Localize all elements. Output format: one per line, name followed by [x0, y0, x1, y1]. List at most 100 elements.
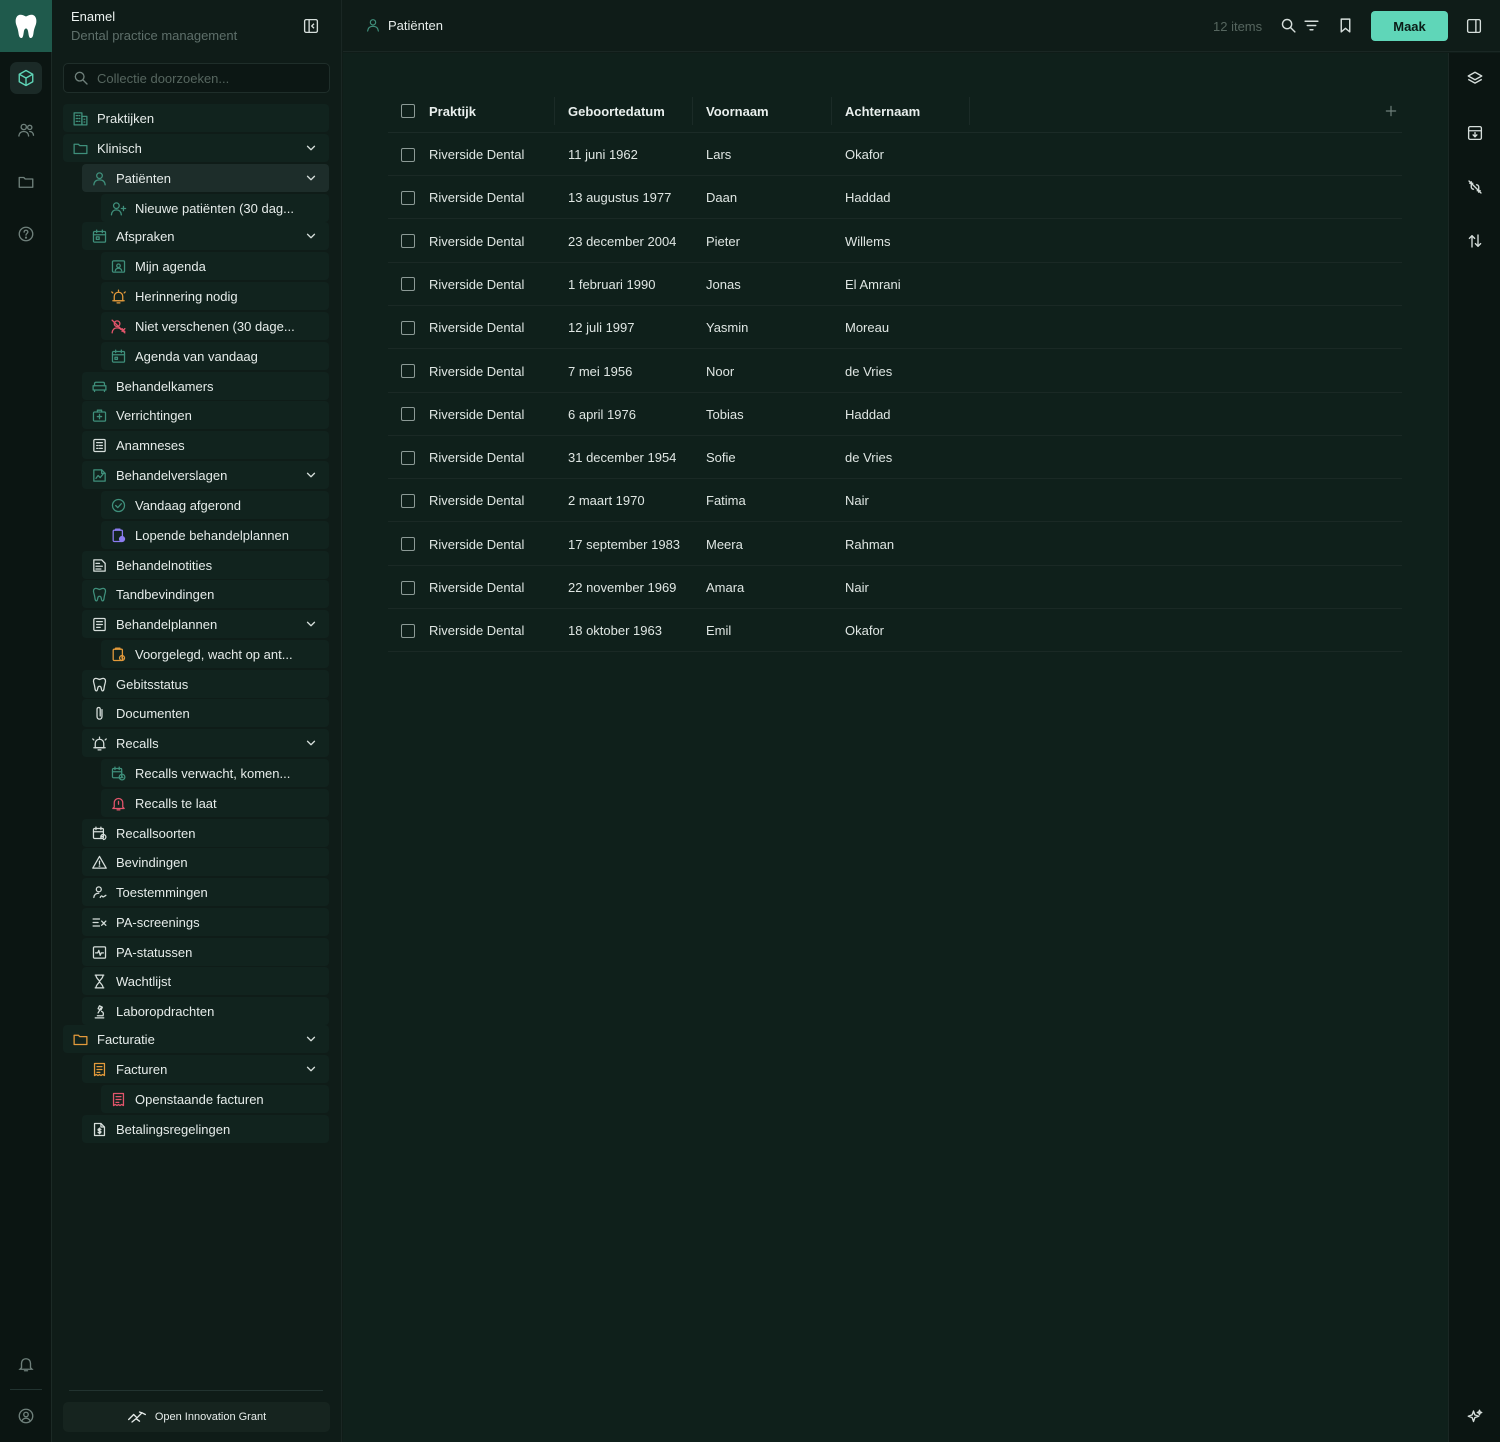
- sidebar-item-label: Toestemmingen: [116, 884, 208, 900]
- breadcrumb[interactable]: Patiënten: [365, 17, 443, 33]
- sidebar-item[interactable]: PA-statussen: [82, 938, 329, 966]
- chevron-down-icon[interactable]: [304, 1062, 318, 1076]
- column-geboortedatum[interactable]: Geboortedatum: [568, 89, 665, 133]
- select-all-checkbox[interactable]: [401, 89, 415, 133]
- sidebar-item[interactable]: Praktijken: [63, 104, 329, 132]
- rail-collections-button[interactable]: [10, 62, 42, 94]
- row-checkbox[interactable]: [401, 436, 415, 479]
- app-logo[interactable]: [0, 0, 52, 52]
- row-checkbox[interactable]: [401, 609, 415, 652]
- row-checkbox[interactable]: [401, 393, 415, 436]
- chevron-down-icon[interactable]: [304, 141, 318, 155]
- sidebar-item[interactable]: Klinisch: [63, 134, 329, 162]
- sidebar-item[interactable]: Behandelnotities: [82, 551, 329, 579]
- sidebar-item[interactable]: Agenda van vandaag: [101, 342, 329, 370]
- chevron-down-icon[interactable]: [304, 736, 318, 750]
- rail-notifications-button[interactable]: [10, 1348, 42, 1380]
- table-row[interactable]: Riverside Dental 31 december 1954 Sofie de …: [388, 436, 1402, 480]
- sidebar-item[interactable]: Openstaande facturen: [101, 1085, 329, 1113]
- sidebar-item[interactable]: Behandelverslagen: [82, 461, 329, 489]
- column-achternaam[interactable]: Achternaam: [845, 89, 920, 133]
- toggle-right-panel-button[interactable]: [1465, 17, 1483, 35]
- sidebar-item[interactable]: Lopende behandelplannen: [101, 521, 329, 549]
- table-row[interactable]: Riverside Dental 6 april 1976 Tobias Haddad: [388, 393, 1402, 436]
- sort-button[interactable]: [1466, 232, 1484, 250]
- table-row[interactable]: Riverside Dental 23 december 2004 Pieter Wi…: [388, 220, 1402, 263]
- row-checkbox[interactable]: [401, 350, 415, 393]
- chevron-down-icon[interactable]: [304, 1032, 318, 1046]
- sidebar-item[interactable]: Facturen: [82, 1055, 329, 1083]
- sidebar-item[interactable]: Recalls verwacht, komen...: [101, 759, 329, 787]
- table-row[interactable]: Riverside Dental 11 juni 1962 Lars Okafor: [388, 133, 1402, 176]
- search-button[interactable]: [1280, 17, 1297, 34]
- archive-button[interactable]: [1466, 124, 1484, 142]
- sidebar-item[interactable]: Verrichtingen: [82, 401, 329, 429]
- bookmark-button[interactable]: [1337, 17, 1354, 34]
- row-checkbox[interactable]: [401, 133, 415, 176]
- table-row[interactable]: Riverside Dental 13 augustus 1977 Daan Hadd…: [388, 176, 1402, 220]
- sidebar-item[interactable]: Gebitsstatus: [82, 670, 329, 698]
- table-row[interactable]: Riverside Dental 2 maart 1970 Fatima Nair: [388, 479, 1402, 523]
- app-rail: [0, 0, 52, 1442]
- row-checkbox[interactable]: [401, 523, 415, 566]
- row-checkbox[interactable]: [401, 263, 415, 306]
- sidebar-item[interactable]: Wachtlijst: [82, 967, 329, 995]
- rail-files-button[interactable]: [10, 166, 42, 198]
- user-plus-icon: [109, 199, 127, 217]
- table-cell: Fatima: [706, 493, 746, 509]
- row-checkbox[interactable]: [401, 479, 415, 522]
- sidebar-item[interactable]: Documenten: [82, 699, 329, 727]
- microscope-icon: [90, 1002, 108, 1020]
- table-row[interactable]: Riverside Dental 12 juli 1997 Yasmin Moreau: [388, 306, 1402, 350]
- column-voornaam[interactable]: Voornaam: [706, 89, 769, 133]
- table-row[interactable]: Riverside Dental 22 november 1969 Amara Nai…: [388, 566, 1402, 609]
- sidebar-item[interactable]: Bevindingen: [82, 848, 329, 876]
- sidebar-item[interactable]: Niet verschenen (30 dage...: [101, 312, 329, 340]
- sidebar-item[interactable]: Recallsoorten: [82, 819, 329, 847]
- sidebar-item[interactable]: Patiënten: [82, 164, 329, 192]
- sidebar-item[interactable]: Anamneses: [82, 431, 329, 459]
- table-row[interactable]: Riverside Dental 18 oktober 1963 Emil Okafo…: [388, 609, 1402, 653]
- layers-button[interactable]: [1466, 70, 1484, 88]
- rail-help-button[interactable]: [10, 218, 42, 250]
- sidebar-item[interactable]: Behandelkamers: [82, 372, 329, 400]
- collection-search-input[interactable]: Collectie doorzoeken...: [63, 63, 330, 93]
- chevron-down-icon[interactable]: [304, 229, 318, 243]
- add-column-button[interactable]: [1384, 89, 1398, 133]
- sidebar-item[interactable]: Tandbevindingen: [82, 580, 329, 608]
- table-row[interactable]: Riverside Dental 7 mei 1956 Noor de Vries: [388, 350, 1402, 393]
- sidebar-item[interactable]: Afspraken: [82, 222, 329, 250]
- table-row[interactable]: Riverside Dental 17 september 1983 Meera Ra…: [388, 523, 1402, 566]
- collapse-sidebar-button[interactable]: [302, 17, 320, 35]
- sidebar-item[interactable]: Facturatie: [63, 1025, 329, 1053]
- ai-assistant-button[interactable]: [1466, 1408, 1484, 1426]
- row-checkbox[interactable]: [401, 220, 415, 263]
- sidebar-item[interactable]: Behandelplannen: [82, 610, 329, 638]
- chevron-down-icon[interactable]: [304, 171, 318, 185]
- sidebar-item[interactable]: Toestemmingen: [82, 878, 329, 906]
- sidebar-item[interactable]: PA-screenings: [82, 908, 329, 936]
- sidebar-item[interactable]: Recalls te laat: [101, 789, 329, 817]
- filter-button[interactable]: [1303, 17, 1320, 34]
- chevron-down-icon[interactable]: [304, 468, 318, 482]
- sidebar-item[interactable]: Nieuwe patiënten (30 dag...: [101, 194, 329, 222]
- create-button[interactable]: Maak: [1371, 11, 1448, 41]
- sidebar-item[interactable]: Vandaag afgerond: [101, 491, 329, 519]
- unlink-button[interactable]: [1466, 178, 1484, 196]
- row-checkbox[interactable]: [401, 566, 415, 609]
- sidebar-item[interactable]: Laboropdrachten: [82, 997, 329, 1025]
- sidebar-item[interactable]: Herinnering nodig: [101, 282, 329, 310]
- rail-users-button[interactable]: [10, 114, 42, 146]
- table-cell: 18 oktober 1963: [568, 623, 662, 639]
- sidebar-item[interactable]: Recalls: [82, 729, 329, 757]
- sidebar-item[interactable]: Betalingsregelingen: [82, 1115, 329, 1143]
- sidebar-item[interactable]: Voorgelegd, wacht op ant...: [101, 640, 329, 668]
- table-row[interactable]: Riverside Dental 1 februari 1990 Jonas El A…: [388, 263, 1402, 306]
- chevron-down-icon[interactable]: [304, 617, 318, 631]
- row-checkbox[interactable]: [401, 306, 415, 349]
- rail-profile-button[interactable]: [10, 1400, 42, 1432]
- innovation-grant-button[interactable]: Open Innovation Grant: [63, 1402, 330, 1432]
- column-praktijk[interactable]: Praktijk: [429, 89, 476, 133]
- row-checkbox[interactable]: [401, 176, 415, 219]
- sidebar-item[interactable]: Mijn agenda: [101, 252, 329, 280]
